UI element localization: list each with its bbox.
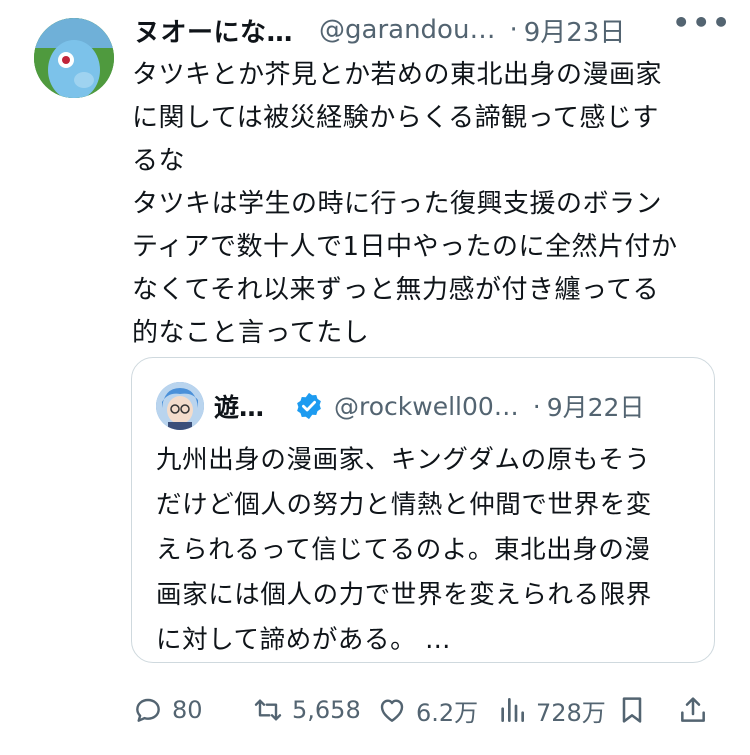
reply-icon xyxy=(136,698,160,722)
quote-separator-dot: · xyxy=(532,391,541,421)
action-bar: 80 5,658 6.2万 728万 xyxy=(0,688,750,732)
quote-header: 遊… @rockwell00… · 9月22日 xyxy=(214,386,694,426)
quote-avatar-image xyxy=(156,382,204,430)
retweet-button[interactable]: 5,658 xyxy=(252,688,361,732)
verified-icon xyxy=(297,392,321,420)
views-icon xyxy=(501,698,524,722)
bookmark-button[interactable] xyxy=(616,688,648,732)
reply-button[interactable]: 80 xyxy=(132,688,203,732)
like-icon xyxy=(380,699,404,722)
quote-date[interactable]: 9月22日 xyxy=(547,388,645,424)
quote-text: 九州出身の漫画家、キングダムの原もそう だけど個人の努力と情熱と仲間で世界を変 … xyxy=(156,445,652,655)
quote-author-avatar[interactable] xyxy=(156,382,204,430)
author-handle[interactable]: @garandou… xyxy=(319,15,495,45)
tweet-text: タツキとか芥見とか若めの東北出身の漫画家 に関しては被災経験からくる諦観って感じ… xyxy=(132,60,678,348)
quoted-tweet[interactable]: 遊… @rockwell00… · 9月22日 九州出身の漫画家、キングダムの原… xyxy=(131,357,715,663)
more-options-icon[interactable]: ••• xyxy=(672,6,732,39)
retweet-count: 5,658 xyxy=(292,696,361,724)
share-icon xyxy=(681,697,705,722)
like-button[interactable]: 6.2万 xyxy=(376,688,478,732)
views-button[interactable]: 728万 xyxy=(496,688,606,732)
quote-author-handle[interactable]: @rockwell00… xyxy=(334,392,519,421)
views-count: 728万 xyxy=(536,698,606,727)
bookmark-icon xyxy=(622,697,642,723)
quote-author-name[interactable]: 遊… xyxy=(214,388,264,424)
author-avatar[interactable] xyxy=(34,18,114,98)
reply-count: 80 xyxy=(172,696,203,724)
tweet-date[interactable]: 9月23日 xyxy=(524,12,626,49)
like-count: 6.2万 xyxy=(416,698,479,727)
author-name[interactable]: ヌオーにな… xyxy=(134,12,293,49)
tweet-header: ヌオーにな… @garandou… · 9月23日 xyxy=(134,12,730,48)
retweet-icon xyxy=(254,699,282,721)
separator-dot: · xyxy=(509,15,518,45)
share-button[interactable] xyxy=(677,688,709,732)
avatar-image xyxy=(34,18,114,98)
